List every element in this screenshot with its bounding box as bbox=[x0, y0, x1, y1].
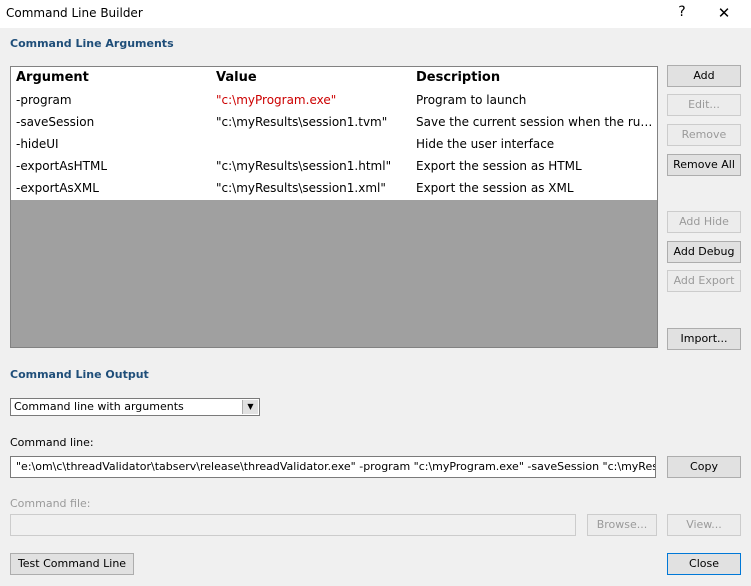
command-line-field[interactable]: "e:\om\c\threadValidator\tabserv\release… bbox=[10, 456, 656, 478]
output-mode-select[interactable]: Command line with arguments ▼ bbox=[10, 398, 260, 416]
argument-cell: -exportAsHTML bbox=[16, 159, 108, 173]
test-command-line-button[interactable]: Test Command Line bbox=[10, 553, 134, 575]
arguments-table[interactable]: Argument Value Description -program "c:\m… bbox=[10, 66, 658, 348]
description-cell: Program to launch bbox=[416, 93, 527, 107]
add-debug-button[interactable]: Add Debug bbox=[667, 241, 741, 263]
column-header-argument[interactable]: Argument bbox=[16, 70, 211, 85]
value-cell: "c:\myProgram.exe" bbox=[216, 93, 337, 107]
table-header: Argument Value Description bbox=[11, 67, 657, 90]
argument-cell: -program bbox=[16, 93, 72, 107]
add-button[interactable]: Add bbox=[667, 65, 741, 87]
output-mode-value: Command line with arguments bbox=[14, 400, 184, 413]
output-heading: Command Line Output bbox=[10, 368, 149, 381]
description-cell: Export the session as HTML bbox=[416, 159, 582, 173]
title-bar: Command Line Builder ? ✕ bbox=[0, 0, 751, 28]
view-button[interactable]: View... bbox=[667, 514, 741, 536]
browse-button[interactable]: Browse... bbox=[587, 514, 657, 536]
description-cell: Hide the user interface bbox=[416, 137, 555, 151]
add-export-button[interactable]: Add Export bbox=[667, 270, 741, 292]
table-row[interactable]: -hideUI Hide the user interface bbox=[11, 134, 657, 156]
table-row[interactable]: -exportAsXML "c:\myResults\session1.xml" E… bbox=[11, 178, 657, 200]
argument-cell: -exportAsXML bbox=[16, 181, 99, 195]
remove-all-button[interactable]: Remove All bbox=[667, 154, 741, 176]
table-row[interactable]: -program "c:\myProgram.exe" Program to lau… bbox=[11, 90, 657, 112]
command-file-label: Command file: bbox=[10, 497, 91, 510]
edit-button[interactable]: Edit... bbox=[667, 94, 741, 116]
help-icon[interactable]: ? bbox=[672, 4, 692, 20]
copy-button[interactable]: Copy bbox=[667, 456, 741, 478]
argument-cell: -saveSession bbox=[16, 115, 95, 129]
add-hide-button[interactable]: Add Hide bbox=[667, 211, 741, 233]
argument-cell: -hideUI bbox=[16, 137, 59, 151]
description-cell: Save the current session when the run is… bbox=[416, 115, 653, 129]
window-title: Command Line Builder bbox=[6, 6, 143, 20]
import-button[interactable]: Import... bbox=[667, 328, 741, 350]
table-row[interactable]: -exportAsHTML "c:\myResults\session1.html… bbox=[11, 156, 657, 178]
chevron-down-icon[interactable]: ▼ bbox=[242, 400, 258, 414]
value-cell: "c:\myResults\session1.xml" bbox=[216, 181, 386, 195]
command-file-field[interactable] bbox=[10, 514, 576, 536]
arguments-heading: Command Line Arguments bbox=[10, 37, 174, 50]
value-cell: "c:\myResults\session1.html" bbox=[216, 159, 392, 173]
table-row[interactable]: -saveSession "c:\myResults\session1.tvm" S… bbox=[11, 112, 657, 134]
remove-button[interactable]: Remove bbox=[667, 124, 741, 146]
close-icon[interactable]: ✕ bbox=[712, 4, 736, 22]
column-header-description[interactable]: Description bbox=[416, 70, 653, 85]
value-cell: "c:\myResults\session1.tvm" bbox=[216, 115, 388, 129]
description-cell: Export the session as XML bbox=[416, 181, 574, 195]
command-line-label: Command line: bbox=[10, 436, 94, 449]
close-button[interactable]: Close bbox=[667, 553, 741, 575]
column-header-value[interactable]: Value bbox=[216, 70, 411, 85]
